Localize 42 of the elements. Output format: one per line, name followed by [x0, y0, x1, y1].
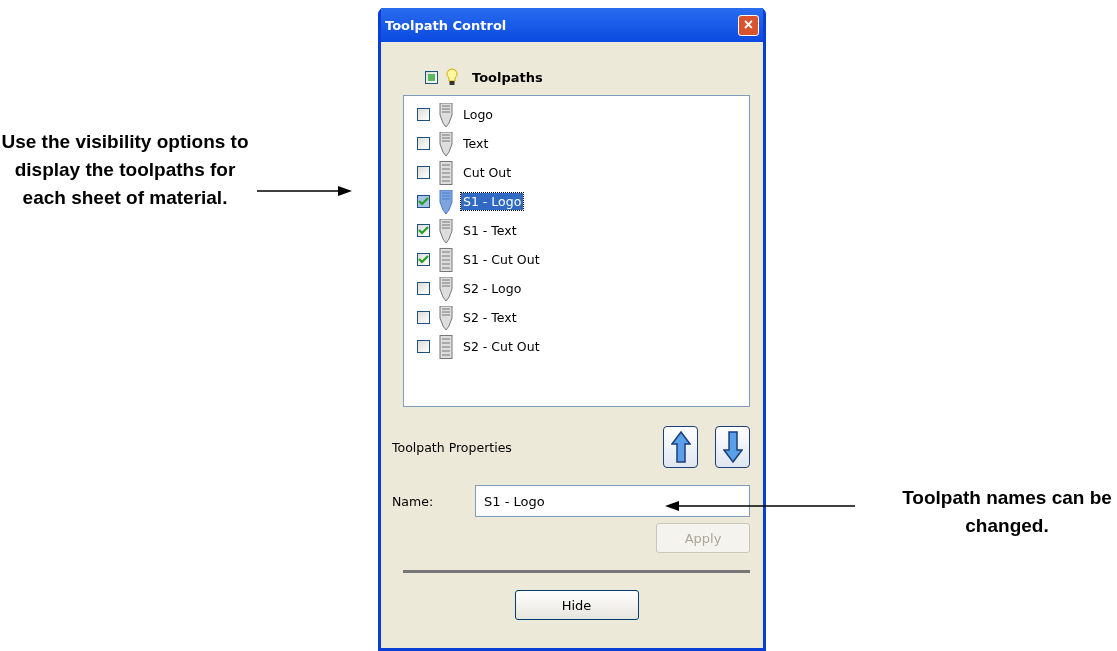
straight-tool-icon — [438, 247, 454, 272]
tapered-tool-icon — [438, 218, 454, 243]
hide-button[interactable]: Hide — [514, 590, 639, 620]
list-item[interactable]: Cut Out — [461, 164, 514, 181]
window-title: Toolpath Control — [385, 17, 507, 33]
list-item[interactable]: S1 - Text — [461, 222, 519, 239]
checkbox[interactable] — [417, 282, 430, 295]
checkbox[interactable] — [425, 70, 438, 84]
checkbox[interactable] — [417, 195, 430, 208]
list-item[interactable]: S2 - Text — [461, 309, 519, 326]
checkbox[interactable] — [417, 166, 430, 179]
name-field[interactable]: S1 - Logo — [475, 485, 750, 517]
down-arrow-icon — [722, 431, 743, 463]
move-down-button[interactable] — [715, 426, 750, 468]
tapered-tool-icon — [438, 189, 454, 214]
tapered-tool-icon — [438, 102, 454, 127]
lightbulb-icon — [446, 68, 458, 86]
move-up-button[interactable] — [663, 426, 698, 468]
checkbox[interactable] — [417, 340, 430, 353]
list-item[interactable]: S2 - Cut Out — [461, 338, 542, 355]
tapered-tool-icon — [438, 276, 454, 301]
checkbox[interactable] — [417, 311, 430, 324]
list-item[interactable]: S1 - Logo — [461, 193, 524, 210]
list-item[interactable]: Logo — [461, 106, 495, 123]
checkbox[interactable] — [417, 137, 430, 150]
straight-tool-icon — [438, 334, 454, 359]
list-item[interactable]: S2 - Logo — [461, 280, 524, 297]
section-title: Toolpaths — [472, 69, 543, 85]
up-arrow-icon — [670, 431, 691, 463]
checkbox[interactable] — [417, 224, 430, 237]
field-label: Name: — [392, 493, 435, 509]
tapered-tool-icon — [438, 305, 454, 330]
list-item[interactable]: S1 - Cut Out — [461, 251, 542, 268]
list-item[interactable]: Text — [461, 135, 491, 152]
annotation-text: Toolpath names can be changed. — [901, 486, 1113, 538]
tapered-tool-icon — [438, 131, 454, 156]
checkbox[interactable] — [417, 253, 430, 266]
close-button[interactable]: × — [738, 14, 759, 36]
annotation-text: Use the visibility options to display the toolpaths for each sheet of material. — [0, 130, 250, 210]
checkbox[interactable] — [417, 108, 430, 121]
straight-tool-icon — [438, 160, 454, 185]
section-label: Toolpath Properties — [392, 439, 512, 455]
